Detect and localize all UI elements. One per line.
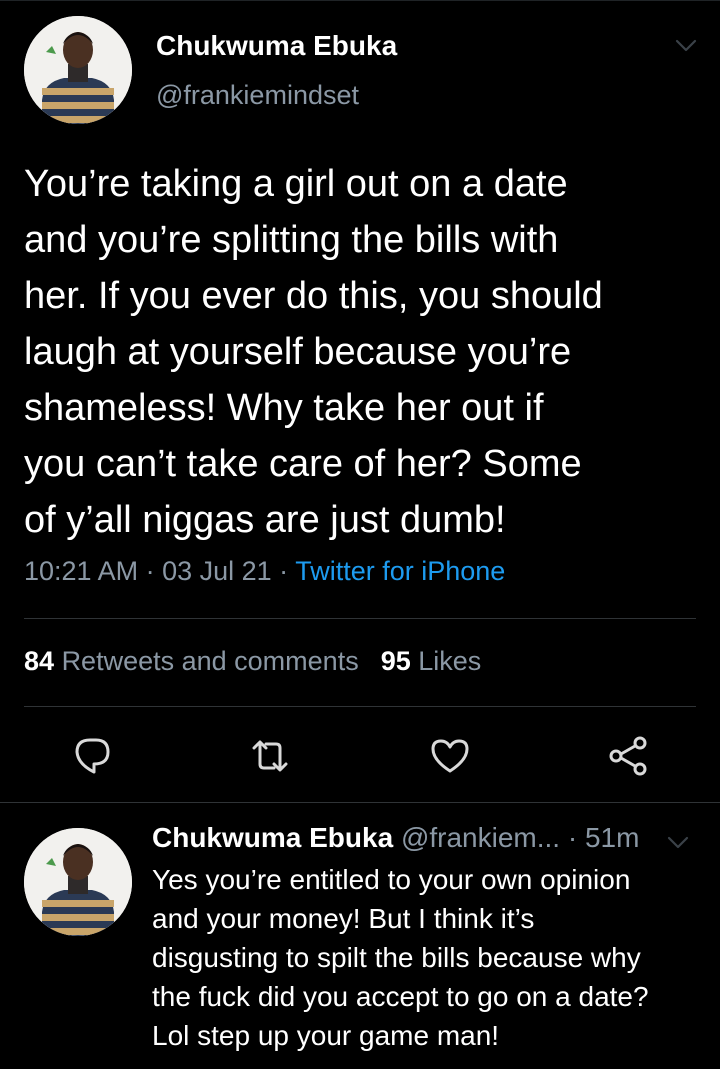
tweet-text: You’re taking a girl out on a date and y… [24,163,603,541]
chevron-down-icon[interactable] [666,835,690,851]
chevron-down-icon[interactable] [674,38,698,54]
reply-text: Yes you’re entitled to your own opinion … [152,864,649,1051]
meta-separator: · [138,556,163,586]
reply-time: 51m [584,822,640,853]
reply-author-handle[interactable]: @frankiem... [401,822,560,853]
author-avatar[interactable] [24,16,132,124]
likes-stat[interactable]: 95 Likes [381,646,482,676]
retweet-icon[interactable] [248,734,292,778]
tweet-meta: 10:21 AM · 03 Jul 21 · Twitter for iPhon… [24,556,505,587]
meta-separator: · [271,556,296,586]
reply-time-separator: · [560,822,585,853]
author-handle[interactable]: @frankiemindset [156,80,359,111]
divider [24,706,696,707]
retweets-label: Retweets and comments [61,646,359,676]
reply-icon[interactable] [70,734,114,778]
reply-author-name[interactable]: Chukwuma Ebuka [152,822,393,853]
author-name[interactable]: Chukwuma Ebuka [156,30,397,62]
likes-count: 95 [380,646,411,676]
tweet-source-link[interactable]: Twitter for iPhone [295,556,505,586]
retweets-count: 84 [24,646,55,676]
share-icon[interactable] [606,734,650,778]
like-icon[interactable] [428,734,472,778]
divider [0,802,720,803]
divider [24,618,696,619]
tweet-time: 10:21 AM [24,556,139,586]
top-divider [0,0,720,1]
reply-header: Chukwuma Ebuka @frankiem... · 51m [152,822,639,854]
tweet-stats: 84 Retweets and comments 95 Likes [24,646,481,677]
likes-label: Likes [418,646,482,676]
tweet-date: 03 Jul 21 [162,556,272,586]
reply-author-avatar[interactable] [24,828,132,936]
retweets-stat[interactable]: 84 Retweets and comments [24,646,359,676]
